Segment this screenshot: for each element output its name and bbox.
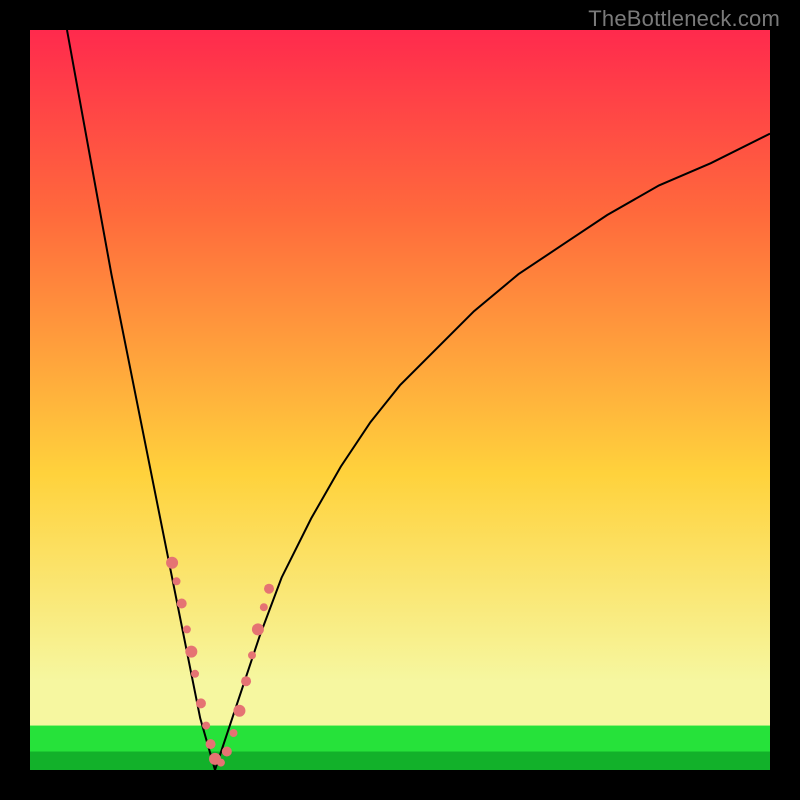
plot-area: [30, 30, 770, 770]
data-marker: [260, 603, 268, 611]
data-marker: [185, 646, 197, 658]
data-marker: [230, 729, 238, 737]
data-marker: [222, 747, 232, 757]
data-marker: [264, 584, 274, 594]
data-marker: [233, 705, 245, 717]
data-marker: [196, 698, 206, 708]
data-marker: [252, 623, 264, 635]
data-marker: [177, 599, 187, 609]
chart-canvas: [30, 30, 770, 770]
cream-band: [30, 681, 770, 725]
data-marker: [173, 577, 181, 585]
data-marker: [191, 670, 199, 678]
green-band-dark: [30, 752, 770, 771]
data-marker: [206, 739, 216, 749]
green-band: [30, 726, 770, 752]
data-marker: [217, 759, 225, 767]
data-marker: [202, 722, 210, 730]
data-marker: [248, 651, 256, 659]
gradient-bg: [30, 30, 770, 770]
data-marker: [166, 557, 178, 569]
watermark-text: TheBottleneck.com: [588, 6, 780, 32]
chart-frame: TheBottleneck.com: [0, 0, 800, 800]
data-marker: [241, 676, 251, 686]
data-marker: [183, 625, 191, 633]
